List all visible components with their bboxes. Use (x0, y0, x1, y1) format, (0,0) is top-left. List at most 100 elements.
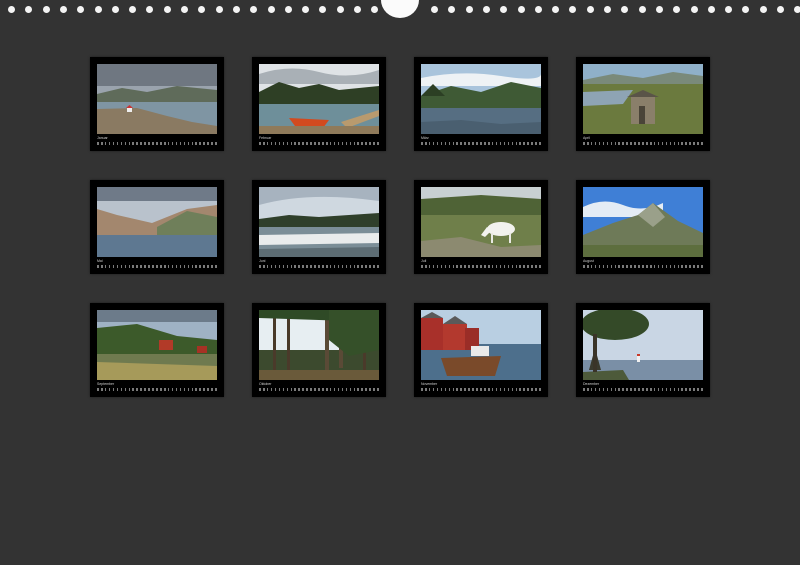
day-marker (100, 388, 103, 391)
wooden-hut-on-moor-image (583, 64, 703, 134)
day-marker (97, 142, 99, 145)
day-marker (128, 265, 131, 268)
month-tile-september[interactable]: September (90, 303, 224, 397)
day-marker (618, 142, 621, 145)
month-tile-oktober[interactable]: Oktober (252, 303, 386, 397)
day-strip (97, 142, 217, 147)
day-marker (345, 388, 348, 391)
day-marker (583, 265, 585, 268)
day-marker (614, 142, 617, 145)
binding-hole (94, 6, 102, 13)
day-marker (259, 142, 261, 145)
photo-dezember (583, 310, 703, 380)
month-tile-januar[interactable]: Januar (90, 57, 224, 151)
binding-hole (25, 6, 33, 13)
month-tile-juni[interactable]: Juni (252, 180, 386, 274)
day-marker (203, 265, 205, 268)
month-tile-dezember[interactable]: Dezember (576, 303, 710, 397)
binding-hole (59, 6, 67, 13)
day-marker (685, 142, 687, 145)
day-marker (179, 265, 182, 268)
day-marker (421, 388, 423, 391)
month-tile-juli[interactable]: Juli (414, 180, 548, 274)
day-marker (160, 388, 162, 391)
day-marker (421, 142, 423, 145)
day-marker (278, 265, 281, 268)
day-marker (112, 142, 115, 145)
day-marker (120, 388, 123, 391)
month-tile-mai[interactable]: Mai (90, 180, 224, 274)
binding-hole (569, 6, 577, 13)
day-marker (325, 142, 328, 145)
day-marker (480, 265, 482, 268)
binding-hole (371, 6, 379, 13)
binding-hole (742, 6, 750, 13)
day-marker (444, 265, 447, 268)
day-marker (282, 142, 285, 145)
day-marker (104, 265, 107, 268)
day-marker (278, 142, 281, 145)
day-marker (507, 388, 510, 391)
binding-hole (621, 6, 629, 13)
day-marker (140, 388, 142, 391)
day-marker (440, 388, 443, 391)
day-marker (322, 388, 324, 391)
day-marker (373, 265, 375, 268)
photo-februar (259, 64, 379, 134)
day-marker (124, 265, 127, 268)
day-marker (665, 388, 668, 391)
month-tile-august[interactable]: August (576, 180, 710, 274)
day-marker (211, 388, 213, 391)
day-marker (432, 265, 435, 268)
day-marker (349, 142, 352, 145)
day-strip (259, 265, 379, 270)
day-marker (701, 265, 703, 268)
binding-hole (250, 6, 258, 13)
binding-hole (759, 6, 767, 13)
binding-hole (586, 6, 594, 13)
binding-hole (777, 6, 784, 13)
day-marker (357, 265, 360, 268)
red-harbour-houses-with-boat-image (421, 310, 541, 380)
day-marker (614, 265, 617, 268)
day-marker (511, 265, 514, 268)
day-marker (472, 388, 474, 391)
day-marker (661, 142, 664, 145)
month-tile-maerz[interactable]: März (414, 57, 548, 151)
day-marker (464, 265, 466, 268)
day-marker (424, 142, 427, 145)
day-marker (626, 265, 628, 268)
day-marker (100, 265, 103, 268)
day-marker (152, 388, 154, 391)
day-marker (369, 142, 371, 145)
binding-hole (198, 6, 206, 13)
day-marker (167, 388, 170, 391)
day-marker (179, 142, 182, 145)
day-marker (657, 142, 660, 145)
day-marker (685, 265, 687, 268)
day-marker (535, 142, 537, 145)
day-marker (156, 265, 158, 268)
binding-hole (431, 6, 438, 13)
day-marker (519, 142, 522, 145)
day-strip (421, 388, 541, 393)
day-marker (290, 142, 293, 145)
day-marker (152, 142, 154, 145)
day-marker (266, 265, 269, 268)
day-marker (124, 142, 127, 145)
binding-hole (465, 6, 473, 13)
day-marker (428, 142, 431, 145)
day-marker (100, 142, 103, 145)
day-marker (602, 388, 605, 391)
month-tile-november[interactable]: November (414, 303, 548, 397)
day-marker (108, 142, 111, 145)
day-marker (653, 265, 656, 268)
month-tile-februar[interactable]: Februar (252, 57, 386, 151)
day-marker (456, 388, 459, 391)
day-marker (499, 142, 502, 145)
binding-hole (725, 6, 733, 13)
day-marker (448, 142, 451, 145)
tree-and-lighthouse-at-sea-image (583, 310, 703, 380)
month-tile-april[interactable]: April (576, 57, 710, 151)
day-marker (199, 142, 201, 145)
